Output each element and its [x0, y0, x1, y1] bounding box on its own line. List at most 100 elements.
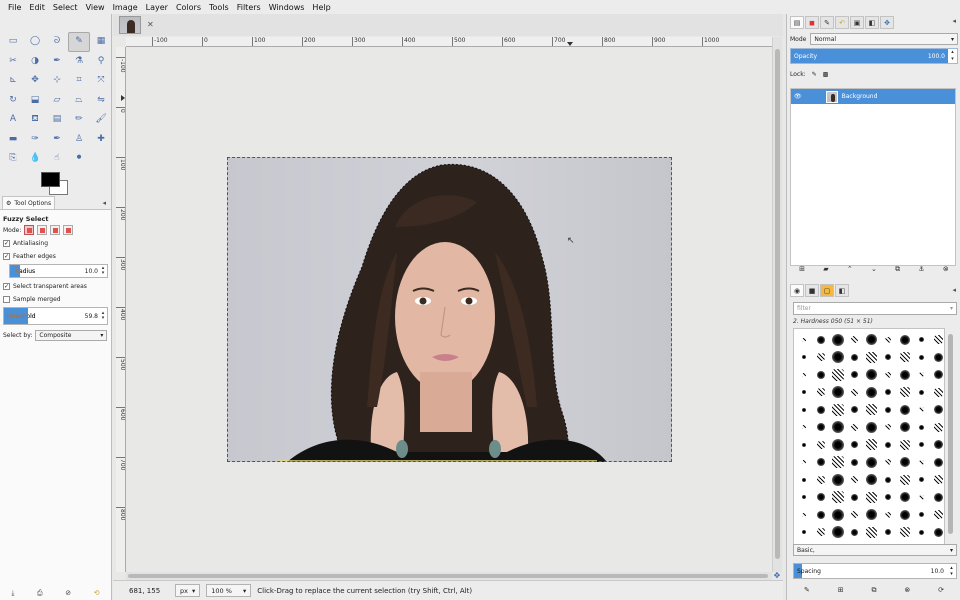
brush-item[interactable]: [863, 401, 880, 419]
brush-item[interactable]: [830, 349, 847, 367]
select-by-color-tool-button[interactable]: ▦: [90, 32, 112, 52]
brush-item[interactable]: [930, 401, 947, 419]
new-layer-icon[interactable]: ⊞: [799, 265, 805, 273]
zoom-tool-button[interactable]: ⚲: [90, 52, 112, 72]
brush-item[interactable]: [813, 489, 830, 507]
brush-item[interactable]: [930, 349, 947, 367]
lower-layer-icon[interactable]: ⌄: [871, 265, 877, 273]
delete-brush-icon[interactable]: ⊗: [904, 586, 910, 594]
brush-item[interactable]: [830, 331, 847, 349]
brush-grid[interactable]: [793, 328, 945, 546]
scroll-thumb[interactable]: [948, 334, 953, 534]
brush-item[interactable]: [880, 436, 897, 454]
dock-menu-icon[interactable]: ◂: [952, 286, 956, 294]
flip-tool-button[interactable]: ⇋: [90, 91, 112, 111]
brush-item[interactable]: [930, 419, 947, 437]
brush-item[interactable]: [914, 489, 931, 507]
vertical-scrollbar[interactable]: [772, 37, 782, 572]
layer-list[interactable]: 👁 Background: [790, 88, 956, 266]
spacing-slider[interactable]: Spacing 10.0 ▴ ▾: [793, 563, 957, 579]
brush-item[interactable]: [813, 349, 830, 367]
brush-filter-input[interactable]: filter ▾: [793, 302, 957, 315]
brush-item[interactable]: [914, 506, 931, 524]
brush-item[interactable]: [897, 489, 914, 507]
radius-slider[interactable]: Radius 10.0 ▴ ▾: [9, 264, 108, 278]
brush-item[interactable]: [846, 436, 863, 454]
threshold-spinner-icon[interactable]: ▴ ▾: [100, 311, 106, 321]
brush-item[interactable]: [930, 384, 947, 402]
menu-file[interactable]: File: [4, 3, 25, 12]
brush-item[interactable]: [846, 349, 863, 367]
brush-item[interactable]: [930, 506, 947, 524]
brush-item[interactable]: [880, 401, 897, 419]
brush-item[interactable]: [846, 419, 863, 437]
brush-scrollbar[interactable]: [946, 328, 956, 546]
mode-intersect-button[interactable]: [63, 225, 74, 235]
blend-tool-button[interactable]: ▤: [46, 110, 68, 130]
brush-item[interactable]: [796, 401, 813, 419]
lock-alpha-icon[interactable]: ▩: [823, 71, 829, 78]
brush-item[interactable]: [863, 489, 880, 507]
brush-item[interactable]: [914, 401, 931, 419]
brush-item[interactable]: [930, 436, 947, 454]
brush-item[interactable]: [897, 401, 914, 419]
text-tool-button[interactable]: A: [2, 110, 24, 130]
mode-replace-button[interactable]: [24, 225, 35, 235]
canvas-area[interactable]: ↖: [126, 47, 772, 572]
horizontal-scrollbar[interactable]: [126, 572, 772, 580]
brush-item[interactable]: [914, 454, 931, 472]
brush-item[interactable]: [813, 454, 830, 472]
menu-tools[interactable]: Tools: [205, 3, 233, 12]
duplicate-layer-icon[interactable]: ⧉: [895, 265, 900, 274]
brush-item[interactable]: [914, 331, 931, 349]
foreground-select-tool-button[interactable]: ◑: [24, 52, 46, 72]
sample-merged-row[interactable]: Sample merged: [3, 293, 108, 305]
airbrush-tool-button[interactable]: ✑: [24, 130, 46, 150]
duplicate-brush-icon[interactable]: ⧉: [871, 586, 876, 595]
scissors-select-tool-button[interactable]: ✂: [2, 52, 24, 72]
brush-item[interactable]: [813, 436, 830, 454]
brush-item[interactable]: [914, 524, 931, 542]
rotate-tool-button[interactable]: ↻: [2, 91, 24, 111]
zoom-dropdown[interactable]: 100 % ▾: [206, 584, 252, 597]
crop-tool-button[interactable]: ⌗: [68, 71, 90, 91]
brush-item[interactable]: [863, 384, 880, 402]
brush-item[interactable]: [830, 524, 847, 542]
tab-navigation[interactable]: ✥: [880, 16, 894, 29]
brush-item[interactable]: [880, 366, 897, 384]
brush-item[interactable]: [880, 331, 897, 349]
brush-item[interactable]: [813, 524, 830, 542]
restore-options-icon[interactable]: ⎙: [37, 589, 43, 598]
brush-item[interactable]: [846, 471, 863, 489]
brush-item[interactable]: [796, 349, 813, 367]
blur-tool-button[interactable]: 💧: [24, 149, 46, 169]
tab-brushes[interactable]: ◉: [790, 284, 804, 297]
clone-tool-button[interactable]: ♙: [68, 130, 90, 150]
tab-patterns[interactable]: ■: [805, 284, 819, 297]
tab-channels[interactable]: ◼: [805, 16, 819, 29]
brush-item[interactable]: [897, 384, 914, 402]
save-options-icon[interactable]: ⤓: [11, 589, 14, 598]
brush-item[interactable]: [830, 436, 847, 454]
brush-item[interactable]: [897, 419, 914, 437]
brush-item[interactable]: [914, 366, 931, 384]
horizontal-ruler[interactable]: -200-10001002003004005006007008009001000: [126, 37, 776, 47]
brush-item[interactable]: [846, 524, 863, 542]
brush-item[interactable]: [846, 366, 863, 384]
scale-tool-button[interactable]: ⬓: [24, 91, 46, 111]
brush-item[interactable]: [897, 331, 914, 349]
tab-tool-options[interactable]: ⚙ Tool Options: [2, 196, 56, 209]
brush-item[interactable]: [897, 506, 914, 524]
menu-filters[interactable]: Filters: [233, 3, 265, 12]
mode-add-button[interactable]: [37, 225, 48, 235]
brush-item[interactable]: [846, 401, 863, 419]
brush-item[interactable]: [897, 436, 914, 454]
brush-item[interactable]: [930, 524, 947, 542]
perspective-tool-button[interactable]: ⏢: [68, 91, 90, 111]
dock-menu-icon[interactable]: ◂: [952, 17, 956, 25]
brush-item[interactable]: [830, 454, 847, 472]
menu-colors[interactable]: Colors: [172, 3, 205, 12]
menu-windows[interactable]: Windows: [265, 3, 309, 12]
brush-item[interactable]: [863, 454, 880, 472]
layer-name[interactable]: Background: [842, 93, 878, 100]
